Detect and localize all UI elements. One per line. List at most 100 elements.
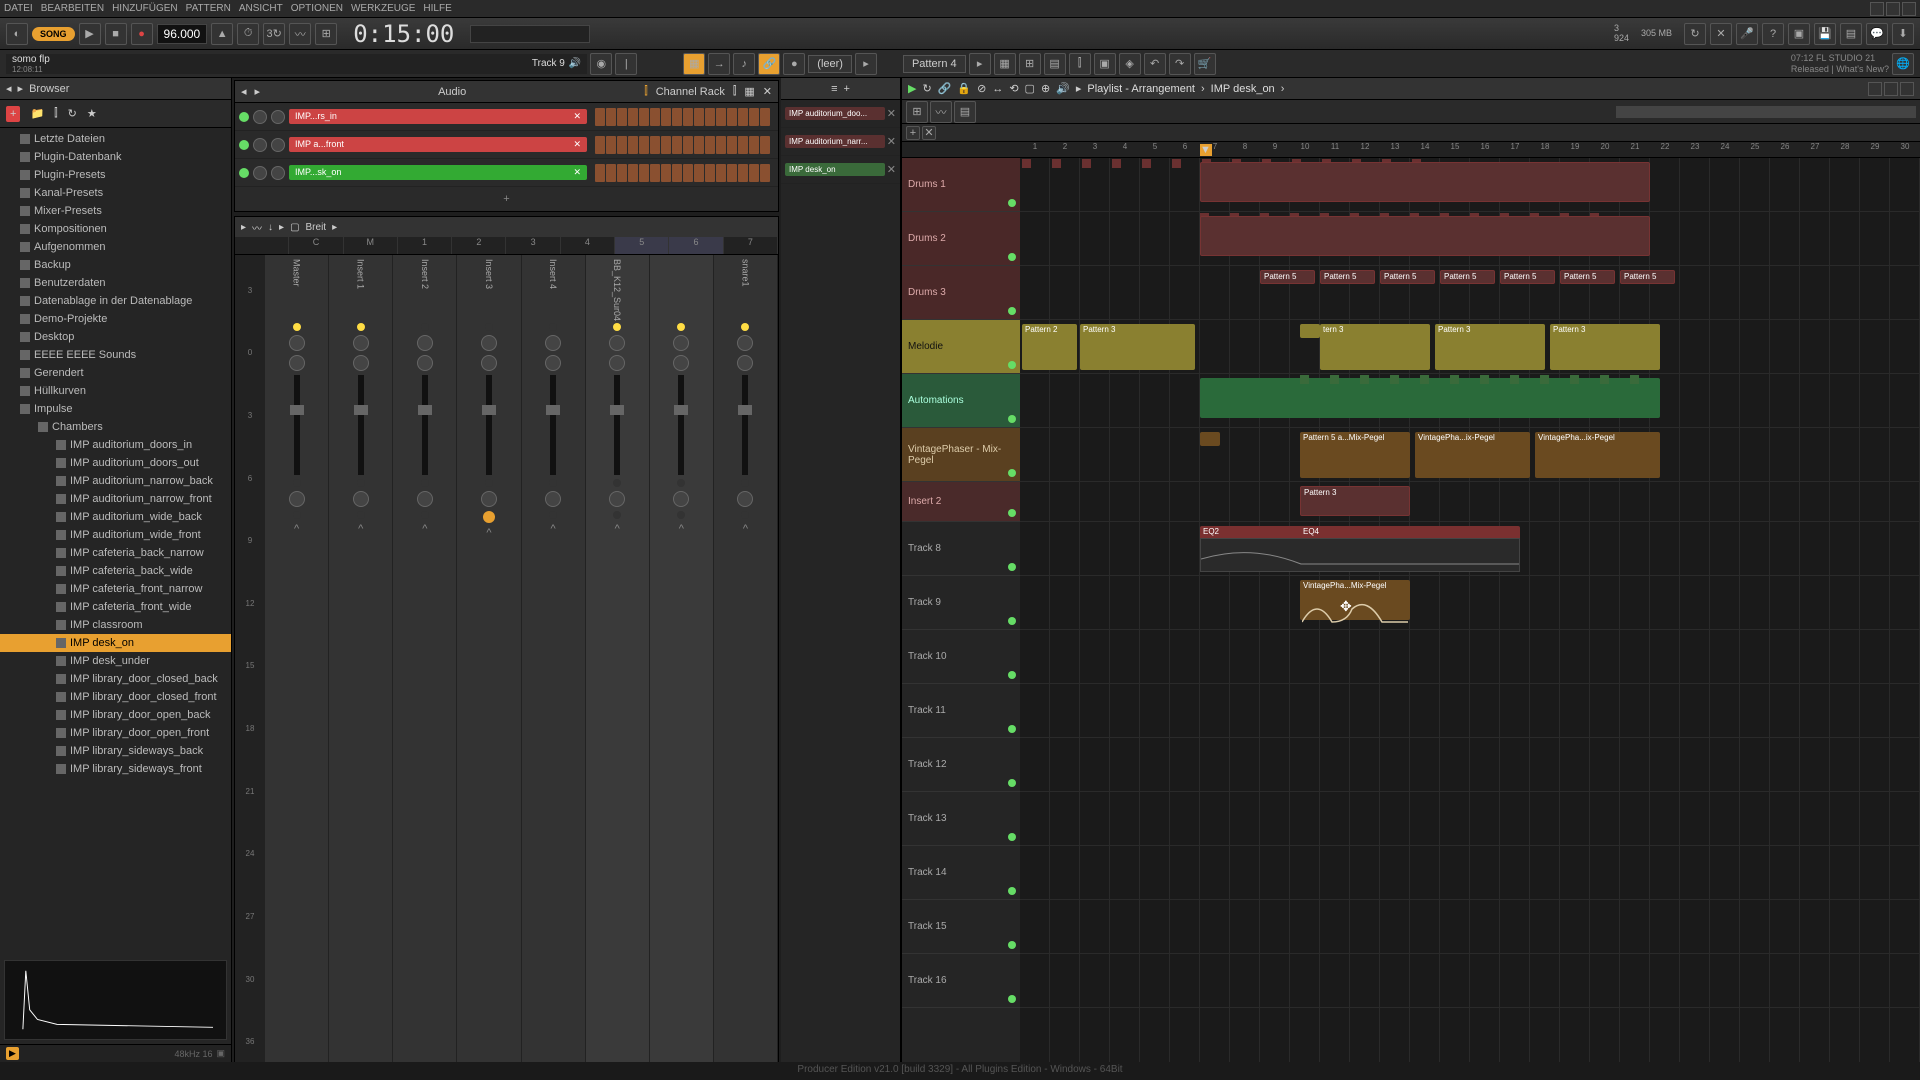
shop-icon[interactable]: 🛒 [1194,53,1216,75]
tree-item[interactable]: IMP auditorium_narrow_back [0,472,231,490]
mixer-arrow[interactable]: ^ [486,527,491,539]
mixer-led[interactable] [357,323,365,331]
pl-link-icon[interactable]: 🔗 [938,82,952,95]
clip[interactable] [1300,324,1320,338]
clip[interactable]: Pattern 5 [1320,270,1375,284]
cr-tool-2[interactable]: ▦ [744,85,754,98]
picker-tool-2[interactable]: + [843,83,849,95]
clip[interactable]: VintagePha...ix-Pegel [1535,432,1660,478]
tree-item[interactable]: IMP library_sideways_back [0,742,231,760]
mixer-stereo-knob[interactable] [289,355,305,371]
mixer-led[interactable] [613,323,621,331]
mixer-mute[interactable] [677,479,685,487]
channel-row[interactable]: IMP...sk_on ✕ [235,159,778,187]
mixer-ctrl-4[interactable]: ▸ [279,222,284,233]
mixer-arrow[interactable]: ^ [679,523,684,535]
tempo-display[interactable]: 96.000 [157,24,208,44]
clip-marker[interactable] [1600,375,1609,384]
tree-item[interactable]: Kanal-Presets [0,184,231,202]
mixer-pan-knob[interactable] [609,335,625,351]
mixer-track[interactable]: Insert 4 ^ [522,255,586,1077]
playlist-row[interactable] [1020,684,1920,738]
mixer-stereo-knob[interactable] [481,355,497,371]
tree-item[interactable]: IMP cafeteria_back_narrow [0,544,231,562]
browser-back-icon[interactable]: ◂ [6,82,12,95]
track-mute[interactable] [1008,833,1016,841]
tree-item[interactable]: IMP auditorium_narrow_front [0,490,231,508]
view-playlist-button[interactable]: ▦ [683,53,705,75]
mixer-led[interactable] [485,323,493,331]
track-header[interactable]: VintagePhaser - Mix-Pegel [902,428,1020,482]
channel-rack-title-icon[interactable]: ⫿ [644,85,648,98]
clip[interactable]: Pattern 3 [1080,324,1195,370]
mixer-ctrl-5[interactable]: ▢ [290,222,299,233]
cr-close-icon[interactable]: ✕ [763,85,772,98]
loop-icon[interactable]: 3↻ [263,23,285,45]
clip-marker[interactable] [1390,375,1399,384]
playlist-row[interactable] [1020,374,1920,428]
knob-1[interactable]: ◉ [590,53,612,75]
timecode-display[interactable]: 0:15:00 [353,20,454,48]
pl-maximize-button[interactable] [1884,82,1898,96]
tree-item[interactable]: IMP library_door_closed_back [0,670,231,688]
pl-add-track-icon[interactable]: + [906,126,920,140]
mixer-route[interactable] [613,511,621,519]
clip-marker[interactable] [1630,375,1639,384]
tree-item[interactable]: Chambers [0,418,231,436]
browser-add-icon[interactable]: + [6,106,20,122]
tree-item[interactable]: IMP library_door_closed_front [0,688,231,706]
tree-item[interactable]: Plugin-Presets [0,166,231,184]
browser-expand-icon[interactable]: ▸ [18,82,24,95]
mixer-track[interactable]: Insert 2 ^ [393,255,457,1077]
tree-item[interactable]: Kompositionen [0,220,231,238]
mixer-track[interactable]: snare1 ^ [714,255,778,1077]
tree-item[interactable]: Datenablage in der Datenablage [0,292,231,310]
menu-hilfe[interactable]: HILFE [423,3,451,14]
menu-werkzeuge[interactable]: WERKZEUGE [351,3,415,14]
clip[interactable]: Pattern 3 [1300,486,1410,516]
mixer-mute[interactable] [613,479,621,487]
menu-pattern[interactable]: PATTERN [186,3,231,14]
channel-add-button[interactable]: + [235,187,778,211]
menu-optionen[interactable]: OPTIONEN [291,3,343,14]
clip[interactable]: Pattern 5 [1560,270,1615,284]
tree-item[interactable]: Benutzerdaten [0,274,231,292]
track-header[interactable]: Track 9 [902,576,1020,630]
playlist-row[interactable]: Pattern 5Pattern 5Pattern 5Pattern 5Patt… [1020,266,1920,320]
mixer-title[interactable]: Breit [306,222,327,233]
pl-minimap[interactable] [1616,106,1916,118]
mixer-pan-knob[interactable] [673,335,689,351]
menu-bearbeiten[interactable]: BEARBEITEN [41,3,104,14]
clip[interactable]: Pattern 5 [1500,270,1555,284]
close-button[interactable] [1902,2,1916,16]
mixer-fader[interactable] [678,375,684,475]
mixer-mute[interactable] [293,479,301,487]
pl-sync-icon[interactable]: ↻ [922,82,931,95]
step-sequencer[interactable] [591,104,774,130]
undo-icon[interactable]: ↶ [1144,53,1166,75]
playlist-row[interactable] [1020,738,1920,792]
browser-footer-icon[interactable]: ▣ [216,1048,225,1059]
track-mute[interactable] [1008,415,1016,423]
mixer-route[interactable] [483,511,495,523]
mixer-led[interactable] [677,323,685,331]
tree-item[interactable]: IMP auditorium_wide_back [0,508,231,526]
channel-pan-knob[interactable] [253,138,267,152]
clip[interactable]: tern 3 [1320,324,1430,370]
clip-marker[interactable] [1082,159,1091,168]
playlist-row[interactable]: Pattern 5 a...Mix-PegelVintagePha...ix-P… [1020,428,1920,482]
tree-item[interactable]: Impulse [0,400,231,418]
track-header[interactable]: Insert 2 [902,482,1020,522]
mixer-track[interactable]: Insert 3 ^ [457,255,521,1077]
clip-marker[interactable] [1360,375,1369,384]
mixer-route[interactable] [677,511,685,519]
mixer-fader[interactable] [742,375,748,475]
mixer-mute[interactable] [357,479,365,487]
channel-label[interactable]: IMP a...front ✕ [289,137,587,152]
clip[interactable]: Pattern 3 [1435,324,1545,370]
tree-item[interactable]: IMP cafeteria_back_wide [0,562,231,580]
track-header[interactable]: Melodie [902,320,1020,374]
playlist-row[interactable]: Pattern 3 [1020,482,1920,522]
channel-mute[interactable] [239,112,249,122]
mixer-stereo-knob[interactable] [609,355,625,371]
